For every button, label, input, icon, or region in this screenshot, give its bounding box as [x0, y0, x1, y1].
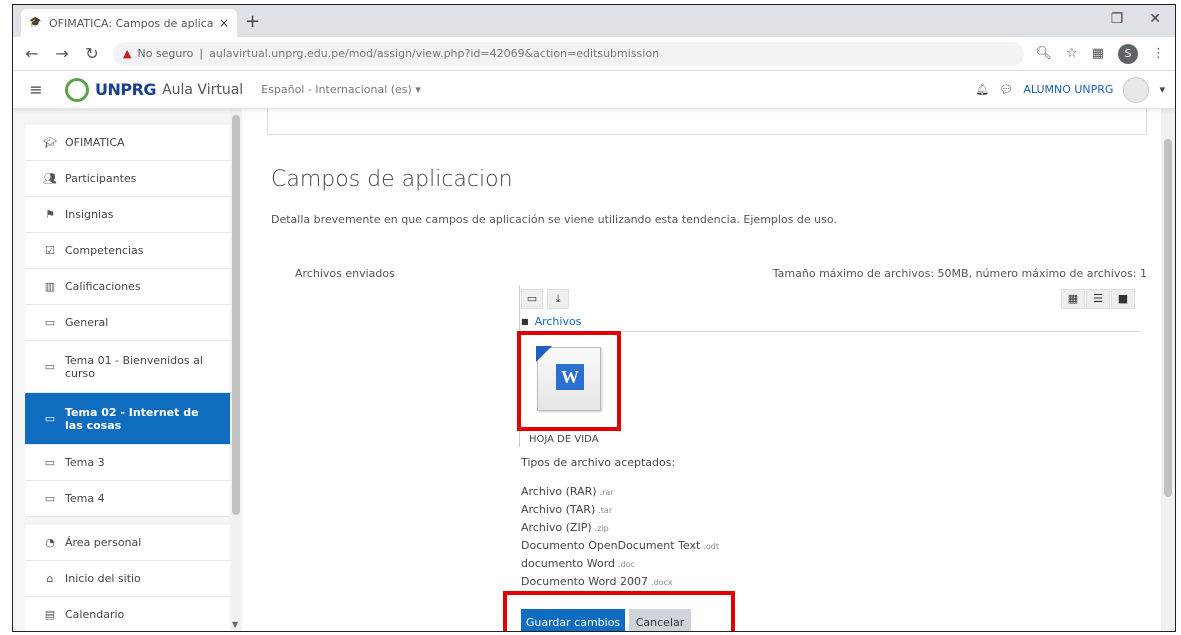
user-avatar[interactable] — [1123, 76, 1150, 103]
sidebar-item-tema-3[interactable]: ▭ Tema 3 — [25, 445, 230, 481]
notification-bell-icon[interactable]: 🔔︎ — [975, 83, 989, 96]
users-icon: 👥︎ — [43, 172, 57, 185]
user-menu-chevron-icon[interactable]: ▾ — [1159, 83, 1165, 96]
list-item: Archivo (ZIP) .zip — [521, 521, 609, 534]
highlight-box-buttons — [503, 591, 735, 631]
content-scroll-thumb[interactable] — [1164, 139, 1172, 497]
sidebar-scrollbar[interactable]: ▼ — [230, 109, 242, 631]
main-content: Campos de aplicacion Detalla brevemente … — [243, 109, 1175, 631]
home-icon: ⌂ — [46, 572, 54, 585]
sidebar-scroll-thumb[interactable] — [232, 115, 240, 515]
graduation-cap-icon: 🎓︎ — [43, 136, 57, 149]
logo-text: UNPRG — [95, 80, 157, 99]
max-files-info: Tamaño máximo de archivos: 50MB, número … — [772, 267, 1147, 280]
folder-icon: ▭ — [44, 412, 56, 425]
folder-icon: ▭ — [44, 456, 56, 469]
forward-icon[interactable]: → — [53, 44, 71, 63]
filepicker-toolbar: ▭ ⤓ ▦ ☰ ■ ■ Archivos — [519, 285, 1141, 333]
list-view-icon[interactable]: ☰ — [1086, 289, 1110, 309]
moodle-favicon-icon: 🎓 — [29, 17, 42, 28]
language-selector[interactable]: Español - Internacional (es) ▾ — [261, 83, 421, 96]
logo-mark-icon — [65, 77, 89, 102]
sidebar-item-area-personal[interactable]: ◔ Área personal — [25, 525, 230, 561]
back-icon[interactable]: ← — [23, 44, 41, 63]
sidebar-item-tema-01[interactable]: ▭ Tema 01 - Bienvenidos al curso — [25, 341, 230, 393]
sidebar-item-tema-4[interactable]: ▭ Tema 4 — [25, 481, 230, 517]
sidebar-item-inicio[interactable]: ⌂ Inicio del sitio — [25, 561, 230, 597]
address-bar: ← → ↻ ▲ No seguro | aulavirtual.unprg.ed… — [13, 37, 1175, 71]
new-tab-button[interactable]: + — [245, 11, 260, 32]
tab-title: OFIMATICA: Campos de aplicacion — [49, 16, 213, 30]
menu-dots-icon[interactable]: ⋮ — [1152, 46, 1165, 61]
tab-bar: 🎓 OFIMATICA: Campos de aplicacion × + ❐ … — [13, 5, 1175, 37]
page-title: Campos de aplicacion — [271, 167, 513, 192]
sidebar-item-calificaciones[interactable]: ▥ Calificaciones — [25, 269, 230, 305]
profile-avatar[interactable]: S — [1118, 43, 1138, 64]
insecure-label: No seguro — [137, 47, 194, 60]
restore-icon[interactable]: ❐ — [1111, 11, 1124, 27]
sidebar-item-participantes[interactable]: 👥︎ Participantes — [25, 161, 230, 197]
highlight-box-file — [517, 331, 621, 431]
close-window-icon[interactable]: ✕ — [1149, 11, 1161, 27]
list-item: documento Word .doc — [521, 557, 635, 570]
download-icon[interactable]: ⤓ — [547, 289, 569, 309]
file-name[interactable]: HOJA DE VIDA — [529, 434, 599, 445]
list-item: Archivo (RAR) .rar — [521, 485, 614, 498]
dashboard-icon: ◔ — [45, 536, 55, 549]
add-file-icon[interactable]: ▭ — [521, 289, 543, 309]
folder-icon: ▭ — [44, 316, 56, 329]
checklist-icon: ☑ — [45, 244, 55, 257]
sidebar-item-competencias[interactable]: ☑ Competencias — [25, 233, 230, 269]
folder-icon: ▭ — [44, 492, 56, 505]
tree-view-icon[interactable]: ■ — [1111, 289, 1135, 309]
scroll-down-arrow-icon[interactable]: ▼ — [232, 620, 238, 629]
extensions-icon[interactable]: ▦ — [1092, 46, 1104, 61]
messages-icon[interactable]: 💬︎ — [999, 83, 1013, 96]
files-label: Archivos enviados — [295, 267, 395, 280]
site-logo[interactable]: UNPRG Aula Virtual — [65, 77, 244, 102]
star-icon[interactable]: ☆ — [1066, 46, 1078, 61]
browser-tab[interactable]: 🎓 OFIMATICA: Campos de aplicacion × — [21, 9, 237, 37]
accepted-types-list: Archivo (RAR) .rar Archivo (TAR) .tar Arch… — [521, 483, 719, 591]
assignment-description: Detalla brevemente en que campos de apli… — [271, 213, 837, 226]
window-controls: ❐ ✕ — [1111, 11, 1161, 27]
path-archivos-link[interactable]: Archivos — [535, 315, 582, 328]
site-navbar: ≡ UNPRG Aula Virtual Español - Internaci… — [13, 71, 1175, 109]
sidebar-item-tema-02[interactable]: ▭ Tema 02 - Internet de las cosas — [25, 393, 230, 445]
icon-view-icon[interactable]: ▦ — [1061, 289, 1085, 309]
sidebar-item-ofimatica[interactable]: 🎓︎ OFIMATICA — [25, 125, 230, 161]
zoom-icon[interactable]: 🔍︎ — [1036, 46, 1053, 61]
list-item: Documento Word 2007 .docx — [521, 575, 673, 588]
tab-close-icon[interactable]: × — [219, 16, 229, 30]
url-text: aulavirtual.unprg.edu.pe/mod/assign/view… — [209, 47, 660, 60]
reload-icon[interactable]: ↻ — [83, 44, 101, 63]
sidebar-item-calendario[interactable]: ▤ Calendario — [25, 597, 230, 631]
hamburger-icon[interactable]: ≡ — [23, 77, 49, 103]
url-input[interactable]: ▲ No seguro | aulavirtual.unprg.edu.pe/m… — [113, 41, 1024, 66]
sidebar-item-insignias[interactable]: ⚑ Insignias — [25, 197, 230, 233]
content-scrollbar[interactable] — [1161, 109, 1175, 631]
logo-subtitle: Aula Virtual — [162, 81, 244, 98]
list-item: Archivo (TAR) .tar — [521, 503, 613, 516]
badge-icon: ⚑ — [45, 208, 55, 221]
course-sidebar: 🎓︎ OFIMATICA 👥︎ Participantes ⚑ Insignias ☑… — [13, 109, 242, 631]
sidebar-item-general[interactable]: ▭ General — [25, 305, 230, 341]
user-name[interactable]: ALUMNO UNPRG — [1023, 83, 1113, 96]
calendar-icon: ▤ — [44, 608, 56, 621]
browser-window: 🎓 OFIMATICA: Campos de aplicacion × + ❐ … — [12, 4, 1176, 632]
folder-icon: ■ — [521, 317, 529, 326]
warning-icon: ▲ — [123, 47, 132, 60]
card-top-border — [267, 109, 1147, 135]
filepicker-path: ■ Archivos — [521, 315, 581, 328]
table-icon: ▥ — [44, 280, 56, 293]
list-item: Documento OpenDocument Text .odt — [521, 539, 719, 552]
accepted-types-title: Tipos de archivo aceptados: — [521, 456, 676, 469]
url-divider: | — [199, 47, 204, 60]
folder-icon: ▭ — [44, 360, 56, 373]
